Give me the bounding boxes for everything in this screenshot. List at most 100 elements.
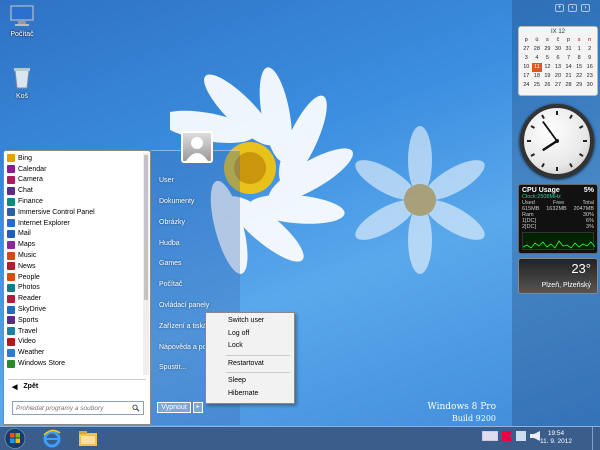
program-item[interactable]: Bing	[7, 153, 145, 164]
start-place-link[interactable]: Games	[159, 260, 182, 267]
calendar-weekday: p	[524, 37, 528, 43]
start-place-link[interactable]: Hudba	[159, 240, 180, 247]
weather-gadget[interactable]: 23° Plzeň, Plzeňský	[518, 258, 598, 294]
start-place-link[interactable]: Počítač	[159, 281, 182, 288]
calendar-gadget[interactable]: IX 12 p ú s č p s n 27 28 29 30 31 1 2 3 4 5 6 7 8 9 10 11 12 13…	[518, 26, 598, 96]
calendar-day[interactable]: 24	[521, 81, 532, 90]
shutdown-menu-item[interactable]: Restartovat	[208, 358, 292, 371]
calendar-day[interactable]: 14	[563, 63, 574, 72]
program-label: Music	[18, 252, 37, 260]
program-item[interactable]: Internet Explorer	[7, 218, 145, 229]
desktop-icon-computer[interactable]: Počítač	[0, 4, 44, 38]
calendar-day[interactable]: 2	[584, 45, 595, 54]
add-gadget-icon[interactable]: +	[555, 4, 564, 12]
user-avatar[interactable]	[181, 131, 213, 163]
calendar-day[interactable]: 12	[542, 63, 553, 72]
calendar-day[interactable]: 21	[563, 72, 574, 81]
calendar-day[interactable]: 17	[521, 72, 532, 81]
calendar-day[interactable]: 18	[532, 72, 543, 81]
program-item[interactable]: Sports	[7, 315, 145, 326]
program-item[interactable]: Video	[7, 337, 145, 348]
taskbar-clock[interactable]: 19:54 11. 9. 2012	[540, 430, 572, 446]
shutdown-menu-item[interactable]: Log off	[208, 328, 292, 341]
calendar-day[interactable]: 27	[521, 45, 532, 54]
keyboard-icon[interactable]	[482, 431, 498, 441]
program-item[interactable]: Immersive Control Panel	[7, 207, 145, 218]
calendar-day[interactable]: 13	[553, 63, 564, 72]
search-box[interactable]	[12, 401, 144, 415]
calendar-day[interactable]: 29	[542, 45, 553, 54]
next-icon[interactable]: ›	[581, 4, 590, 12]
program-item[interactable]: Chat	[7, 185, 145, 196]
action-center-flag-icon[interactable]	[502, 431, 512, 441]
program-item[interactable]: Photos	[7, 283, 145, 294]
start-place-link[interactable]: Spustit...	[159, 364, 186, 371]
program-item[interactable]: News	[7, 261, 145, 272]
calendar-day[interactable]: 15	[574, 63, 585, 72]
volume-icon[interactable]	[530, 431, 540, 441]
calendar-day[interactable]: 9	[584, 54, 595, 63]
shutdown-menu-item[interactable]: Switch user	[208, 315, 292, 328]
program-item[interactable]: Calendar	[7, 164, 145, 175]
calendar-day[interactable]: 22	[574, 72, 585, 81]
calendar-day[interactable]: 25	[532, 81, 543, 90]
shutdown-menu-item[interactable]: Hibernate	[208, 388, 292, 401]
program-item[interactable]: Finance	[7, 196, 145, 207]
calendar-day[interactable]: 10	[521, 63, 532, 72]
calendar-day[interactable]: 30	[584, 81, 595, 90]
start-place-link[interactable]: Nápověda a po	[159, 344, 206, 351]
calendar-day[interactable]: 7	[563, 54, 574, 63]
search-input[interactable]	[16, 404, 133, 412]
calendar-day[interactable]: 3	[521, 54, 532, 63]
calendar-day[interactable]: 11	[531, 63, 543, 72]
show-desktop-button[interactable]	[592, 427, 600, 450]
clock-gadget[interactable]	[520, 104, 594, 178]
previous-icon[interactable]: ‹	[568, 4, 577, 12]
calendar-day[interactable]: 20	[553, 72, 564, 81]
calendar-day[interactable]: 19	[542, 72, 553, 81]
network-icon[interactable]	[516, 431, 526, 441]
start-place-link[interactable]: Dokumenty	[159, 198, 194, 205]
calendar-day[interactable]: 27	[553, 81, 564, 90]
start-place-link[interactable]: User	[159, 177, 174, 184]
taskbar-date: 11. 9. 2012	[539, 438, 572, 445]
start-place-link[interactable]: Ovládací panely	[159, 302, 209, 309]
calendar-day[interactable]: 23	[584, 72, 595, 81]
calendar-day[interactable]: 30	[553, 45, 564, 54]
start-place-link[interactable]: Obrázky	[159, 219, 185, 226]
calendar-day[interactable]: 28	[563, 81, 574, 90]
calendar-day[interactable]: 6	[553, 54, 564, 63]
shutdown-button[interactable]: Vypnout	[157, 402, 191, 413]
calendar-day[interactable]: 29	[574, 81, 585, 90]
search-icon[interactable]	[132, 404, 140, 412]
calendar-day[interactable]: 26	[542, 81, 553, 90]
program-item[interactable]: SkyDrive	[7, 304, 145, 315]
calendar-day[interactable]: 8	[574, 54, 585, 63]
back-button[interactable]: ◀ Zpět	[8, 379, 146, 393]
program-item[interactable]: Reader	[7, 293, 145, 304]
calendar-day[interactable]: 4	[532, 54, 543, 63]
calendar-day[interactable]: 16	[584, 63, 595, 72]
program-list-scrollbar[interactable]	[143, 153, 149, 375]
calendar-day[interactable]: 31	[563, 45, 574, 54]
cpu-meter-gadget[interactable]: CPU Usage 5% Clock:2508MHz Used Free Tota…	[518, 184, 598, 254]
calendar-day[interactable]: 5	[542, 54, 553, 63]
program-item[interactable]: Maps	[7, 239, 145, 250]
program-item[interactable]: Camera	[7, 175, 145, 186]
program-item[interactable]: People	[7, 272, 145, 283]
file-explorer-taskbar-icon[interactable]	[78, 430, 98, 447]
start-button[interactable]	[2, 427, 28, 450]
shutdown-menu-item[interactable]: Sleep	[208, 375, 292, 388]
calendar-day[interactable]: 28	[532, 45, 543, 54]
desktop-icon-recycle-bin[interactable]: Koš	[0, 66, 44, 100]
program-item[interactable]: Windows Store	[7, 358, 145, 369]
program-item[interactable]: Mail	[7, 229, 145, 240]
shutdown-options-arrow[interactable]: ▸	[193, 402, 203, 413]
program-item[interactable]: Music	[7, 250, 145, 261]
program-item[interactable]: Travel	[7, 326, 145, 337]
internet-explorer-taskbar-icon[interactable]	[42, 429, 62, 448]
program-item[interactable]: Weather	[7, 347, 145, 358]
calendar-day[interactable]: 1	[574, 45, 585, 54]
shutdown-menu-item[interactable]: Lock	[208, 340, 292, 353]
start-place-link[interactable]: Zařízení a tiská	[159, 323, 207, 330]
